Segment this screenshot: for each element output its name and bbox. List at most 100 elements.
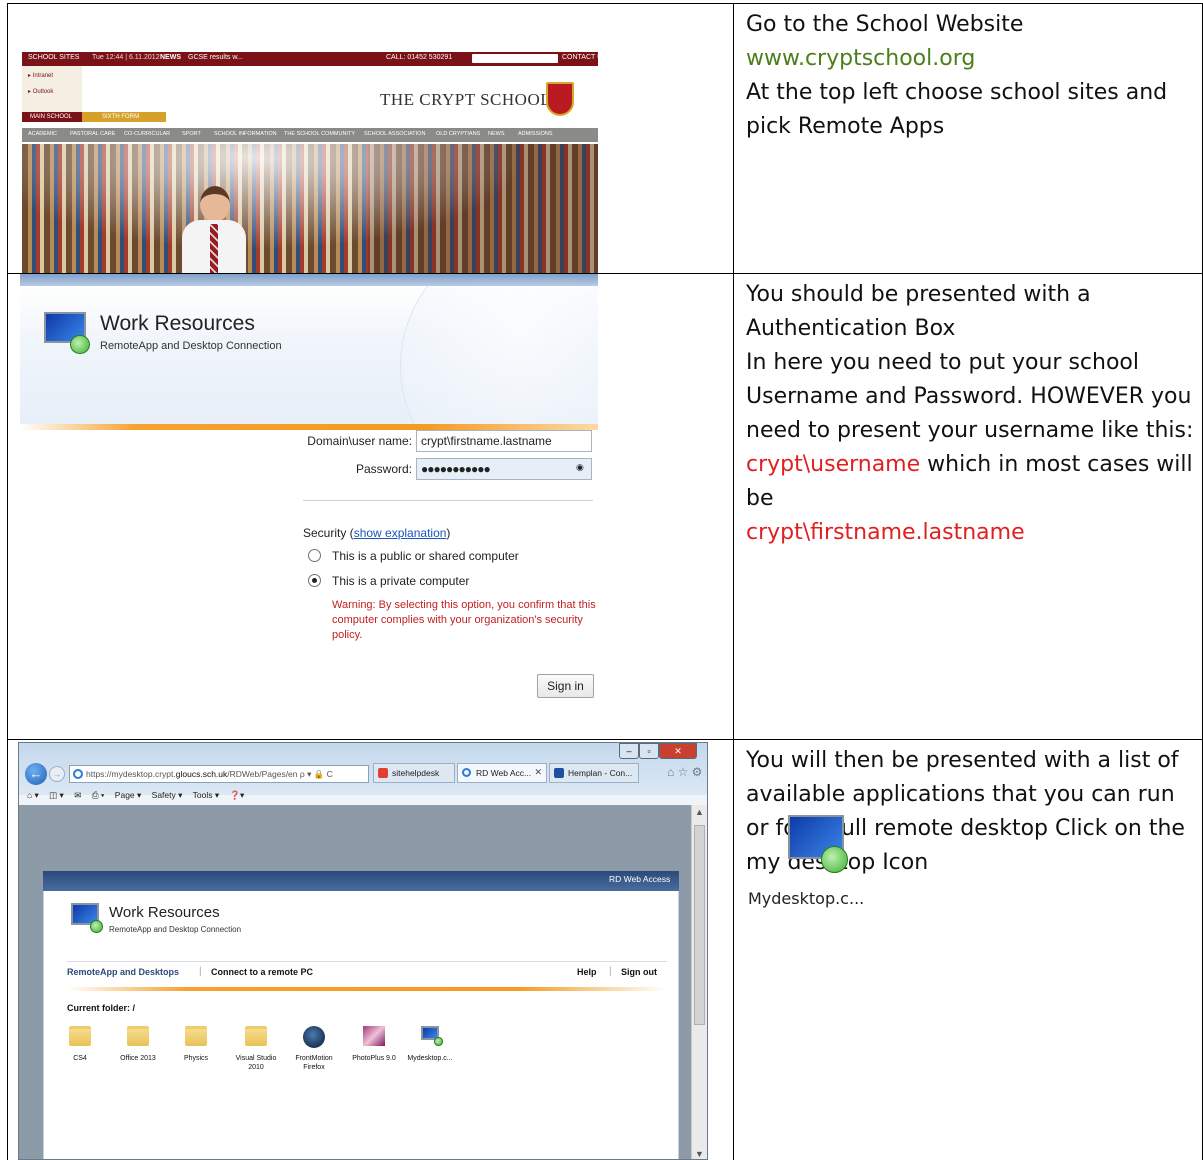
home-favorites-settings-icons[interactable]: ⌂ ☆ ⚙ bbox=[667, 765, 702, 779]
main-navigation: ACADEMIC PASTORAL CARE CO-CURRICULAR SPO… bbox=[22, 128, 598, 142]
tab-connect-remote-pc[interactable]: Connect to a remote PC bbox=[211, 967, 313, 977]
feeds-icon[interactable]: ◫ ▾ bbox=[49, 790, 64, 800]
sixth-form-tab[interactable]: SIXTH FORM bbox=[82, 112, 166, 122]
reveal-password-icon[interactable]: ◉ bbox=[576, 462, 584, 473]
maximize-icon[interactable]: ▫ bbox=[639, 743, 659, 759]
step1-instructions: Go to the School Website www.cryptschool… bbox=[733, 3, 1203, 274]
username-format-example: crypt\username bbox=[746, 452, 921, 477]
folder-icon bbox=[245, 1026, 267, 1046]
main-school-tab[interactable]: MAIN SCHOOL bbox=[22, 112, 82, 122]
username-format-example-full: crypt\firstname.lastname bbox=[746, 520, 1025, 545]
nav-item[interactable]: CO-CURRICULAR bbox=[124, 131, 170, 137]
call-number: CALL: 01452 530291 bbox=[386, 54, 453, 61]
security-label: Security (show explanation) bbox=[303, 526, 451, 540]
firefox-icon bbox=[303, 1026, 325, 1048]
sign-in-button[interactable]: Sign in bbox=[537, 674, 594, 698]
menu-item-outlook[interactable]: ▸ Outlook bbox=[28, 88, 53, 95]
username-label: Domain\user name: bbox=[307, 434, 412, 448]
step2-instructions: You should be presented with a Authentic… bbox=[733, 273, 1203, 740]
public-computer-label: This is a public or shared computer bbox=[332, 549, 519, 563]
contact-link[interactable]: CONTACT US bbox=[562, 54, 607, 61]
tab-hemplan[interactable]: Hemplan - Con... bbox=[549, 763, 639, 783]
news-text[interactable]: GCSE results w... bbox=[188, 54, 243, 61]
login-title: Work Resources bbox=[100, 312, 255, 335]
sign-out-link[interactable]: Sign out bbox=[621, 967, 657, 977]
app-mydesktop[interactable]: Mydesktop.c... bbox=[405, 1026, 455, 1063]
school-sites-link[interactable]: SCHOOL SITES bbox=[28, 54, 79, 61]
nav-item[interactable]: SCHOOL INFORMATION bbox=[214, 131, 277, 137]
scroll-up-icon[interactable]: ▲ bbox=[695, 807, 704, 817]
public-computer-radio[interactable] bbox=[308, 549, 321, 562]
tools-menu[interactable]: Tools ▾ bbox=[193, 790, 219, 800]
home-dropdown-icon[interactable]: ⌂ ▾ bbox=[27, 790, 39, 800]
private-computer-label: This is a private computer bbox=[332, 574, 470, 588]
nav-item[interactable]: PASTORAL CARE bbox=[70, 131, 115, 137]
scrollbar-thumb[interactable] bbox=[694, 825, 705, 1025]
scroll-down-icon[interactable]: ▼ bbox=[695, 1149, 704, 1159]
nav-item[interactable]: SPORT bbox=[182, 131, 201, 137]
close-tab-icon[interactable]: ✕ bbox=[534, 767, 542, 778]
datetime: Tue 12:44 | 6.11.2012 bbox=[92, 54, 160, 61]
school-sites-menu: ▸ Intranet ▸ Outlook bbox=[22, 66, 82, 112]
step1-line2: At the top left choose school sites and … bbox=[746, 80, 1168, 139]
school-crest-icon bbox=[546, 82, 574, 116]
back-icon[interactable]: ← bbox=[25, 763, 47, 785]
website-screenshot-cell: SCHOOL SITES Tue 12:44 | 6.11.2012 NEWS … bbox=[7, 3, 734, 274]
mydesktop-icon[interactable] bbox=[788, 815, 848, 873]
menu-item-intranet[interactable]: ▸ Intranet bbox=[28, 72, 53, 79]
tab-rd-web-access[interactable]: RD Web Acc... ✕ bbox=[457, 763, 547, 783]
remote-desktop-icon bbox=[71, 903, 103, 933]
student-figure bbox=[182, 186, 246, 273]
close-icon[interactable]: ✕ bbox=[659, 743, 697, 759]
nav-item[interactable]: NEWS bbox=[488, 131, 505, 137]
remote-desktop-icon bbox=[44, 312, 90, 354]
address-tools: ρ ▾ 🔒 C bbox=[299, 769, 333, 779]
mail-icon[interactable]: ✉ bbox=[74, 790, 81, 800]
step1-line1: Go to the School Website bbox=[746, 12, 1024, 37]
safety-menu[interactable]: Safety ▾ bbox=[152, 790, 183, 800]
private-computer-radio[interactable] bbox=[308, 574, 321, 587]
search-input[interactable] bbox=[472, 54, 558, 63]
work-resources-subtitle: RemoteApp and Desktop Connection bbox=[109, 925, 242, 934]
folder-icon bbox=[185, 1026, 207, 1046]
username-field[interactable]: crypt\firstname.lastname bbox=[416, 430, 592, 452]
school-url: www.cryptschool.org bbox=[746, 46, 976, 71]
folder-icon bbox=[127, 1026, 149, 1046]
tab-sitehelpdesk[interactable]: sitehelpdesk bbox=[373, 763, 455, 783]
app-visual-studio[interactable]: Visual Studio 2010 bbox=[231, 1026, 281, 1072]
minimize-icon[interactable]: – bbox=[619, 743, 639, 759]
page-menu[interactable]: Page ▾ bbox=[115, 790, 141, 800]
print-icon[interactable]: ⎙ ▾ bbox=[92, 790, 105, 800]
app-office-2013[interactable]: Office 2013 bbox=[113, 1026, 163, 1063]
nav-item[interactable]: ADMISSIONS bbox=[518, 131, 553, 137]
folder-icon bbox=[69, 1026, 91, 1046]
news-tag: NEWS bbox=[160, 54, 181, 61]
app-photoplus[interactable]: PhotoPlus 9.0 bbox=[349, 1026, 399, 1063]
app-firefox[interactable]: FrontMotion Firefox bbox=[289, 1026, 339, 1072]
school-title: THE CRYPT SCHOOL bbox=[380, 90, 552, 109]
instruction-table: SCHOOL SITES Tue 12:44 | 6.11.2012 NEWS … bbox=[7, 3, 1203, 1160]
window-controls: – ▫ ✕ bbox=[619, 743, 699, 761]
app-physics[interactable]: Physics bbox=[171, 1026, 221, 1063]
help-link[interactable]: Help bbox=[577, 967, 597, 977]
nav-item[interactable]: THE SCHOOL COMMUNITY bbox=[284, 131, 355, 137]
rd-web-access-label: RD Web Access bbox=[609, 874, 671, 884]
tab-remoteapp-desktops[interactable]: RemoteApp and Desktops bbox=[67, 967, 179, 977]
library-photo bbox=[22, 144, 598, 273]
address-bar[interactable]: https://mydesktop.crypt.gloucs.sch.uk/RD… bbox=[69, 765, 369, 783]
password-field[interactable]: ●●●●●●●●●●● bbox=[416, 458, 592, 480]
nav-item[interactable]: ACADEMIC bbox=[28, 131, 57, 137]
nav-item[interactable]: SCHOOL ASSOCIATION bbox=[364, 131, 425, 137]
ie-icon bbox=[73, 769, 83, 779]
step2-line1: You should be presented with a Authentic… bbox=[746, 282, 1091, 341]
step2-line2: In here you need to put your school User… bbox=[746, 350, 1194, 545]
scrollbar[interactable]: ▲ ▼ bbox=[691, 805, 707, 1159]
security-warning: Warning: By selecting this option, you c… bbox=[332, 599, 596, 641]
help-icon[interactable]: ❓▾ bbox=[229, 790, 244, 800]
forward-icon[interactable]: → bbox=[49, 766, 65, 782]
app-cs4[interactable]: CS4 bbox=[55, 1026, 105, 1063]
login-screenshot-cell: Work Resources RemoteApp and Desktop Con… bbox=[7, 273, 734, 740]
command-bar: ⌂ ▾ ◫ ▾ ✉ ⎙ ▾ Page ▾ Safety ▾ Tools ▾ ❓▾ bbox=[19, 787, 707, 805]
show-explanation-link[interactable]: show explanation bbox=[354, 526, 447, 540]
nav-item[interactable]: OLD CRYPTIANS bbox=[436, 131, 480, 137]
